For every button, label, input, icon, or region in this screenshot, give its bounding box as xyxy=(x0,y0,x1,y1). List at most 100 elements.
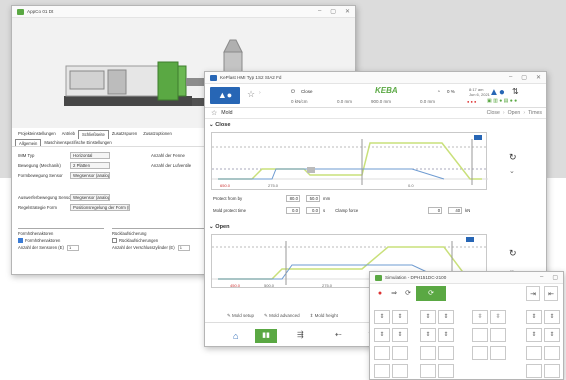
imm-type-select[interactable]: Horizontal xyxy=(70,152,110,159)
sim-toggle[interactable]: ⇕ xyxy=(374,328,390,342)
tab-antrieb[interactable]: Antrieb xyxy=(59,130,78,139)
formhoehe-checkbox[interactable] xyxy=(18,238,23,244)
mold-setup-link[interactable]: ✎ Mold setup xyxy=(227,313,254,319)
sim-toggle[interactable] xyxy=(544,364,560,378)
form-row: Formbewegung Sensor Wegsensor (analog) xyxy=(18,171,208,180)
run-button[interactable]: ⟳ xyxy=(416,286,446,301)
section-close-header[interactable]: ⌄ Close xyxy=(209,122,230,128)
form-row: Regelstrategie Form Positionsregelung de… xyxy=(18,203,208,212)
sim-tool-icon[interactable]: ⇤ xyxy=(544,286,558,301)
chevron-right-icon[interactable]: › xyxy=(259,90,261,96)
sim-toggle[interactable]: ⇕ xyxy=(438,310,454,324)
reload-icon[interactable]: ⟳ xyxy=(402,286,414,301)
sim-toggle[interactable]: ⇕ xyxy=(420,328,436,342)
mold-advanced-label: Mold advanced xyxy=(269,313,300,318)
cylinder-count-stepper[interactable]: 1 xyxy=(177,245,190,252)
sim-toggle[interactable] xyxy=(420,364,436,378)
mold-nav-button[interactable]: ▮▮ xyxy=(255,329,277,343)
power-icon: ⏻ xyxy=(291,89,295,95)
control-strategy-select[interactable]: Positionsregelung der Form (E) xyxy=(70,204,130,211)
sim-toggle[interactable] xyxy=(374,364,390,378)
sim-toggle[interactable] xyxy=(392,346,408,360)
sim-toggle[interactable] xyxy=(374,346,390,360)
tab-zusatzspuren[interactable]: Zusatzspuren xyxy=(109,130,140,139)
ruecklauf-checkbox[interactable] xyxy=(112,238,117,244)
gauge-icon: ◔ xyxy=(437,89,441,95)
mold-protect-input[interactable]: 0.0 xyxy=(286,207,300,214)
close-profile-plot[interactable]: 650.0 275.0 0.0 xyxy=(211,132,488,190)
clamp-force2-input[interactable]: 40 xyxy=(448,207,463,214)
checkbox-label: Rücklaufsicherungen xyxy=(119,238,159,243)
sim-toggle[interactable]: ⇕ xyxy=(392,310,408,324)
sim-toggle[interactable] xyxy=(490,346,506,360)
footer-links: ✎ Mold setup ✎ Mold advanced ⇕ Mold heig… xyxy=(227,313,338,319)
ejector-icon[interactable]: ⇠ xyxy=(335,330,342,339)
sim-toggle[interactable]: ⇕ xyxy=(544,310,560,324)
sim-toggle[interactable] xyxy=(544,346,560,360)
user-icon[interactable]: ▲● xyxy=(489,87,505,98)
sensor-count-stepper[interactable]: 1 xyxy=(67,245,80,252)
status-percent: 0 % xyxy=(447,89,455,94)
mold-protect2-input[interactable]: 0.0 xyxy=(306,207,320,214)
mold-height-link[interactable]: ⇕ Mold height xyxy=(310,313,338,319)
sim-toggle[interactable]: ⇕ xyxy=(392,328,408,342)
sim-toggle[interactable] xyxy=(490,328,506,342)
home-icon[interactable]: ⌂ xyxy=(233,331,238,341)
sim-toggle[interactable] xyxy=(526,364,542,378)
sim-toggle[interactable]: ⇳ xyxy=(490,310,506,324)
close-icon[interactable]: ✕ xyxy=(536,74,541,81)
close-icon[interactable]: ✕ xyxy=(345,8,350,15)
star-icon[interactable]: ☆ xyxy=(247,89,255,100)
subtab-maschinenspezifisch[interactable]: Maschinenspezifische Einstellungen xyxy=(41,139,114,146)
tab-schliessseite[interactable]: Schließseite xyxy=(78,130,109,139)
sim-tool-icon[interactable]: ⇥ xyxy=(526,286,540,301)
maximize-icon[interactable]: ▢ xyxy=(521,74,527,81)
minimize-icon[interactable]: – xyxy=(540,274,543,281)
sim-toggle[interactable] xyxy=(526,346,542,360)
sim-toggle[interactable]: ⇕ xyxy=(374,310,390,324)
close-axis-label: 0.0 xyxy=(408,183,414,188)
nav-link-times[interactable]: Times xyxy=(528,110,542,116)
sim-toggle[interactable] xyxy=(420,346,436,360)
sim-toggle[interactable]: ⇕ xyxy=(526,310,542,324)
minimize-icon[interactable]: – xyxy=(318,8,321,15)
refresh-icon[interactable]: ↻ xyxy=(509,248,517,259)
home-button[interactable]: ▲● xyxy=(210,87,240,104)
ejector-sensor-select[interactable]: Wegsensor (analog) xyxy=(70,194,110,201)
nav-link-close[interactable]: Close xyxy=(487,110,500,116)
maximize-icon[interactable]: ▢ xyxy=(552,274,558,281)
network-icon[interactable]: ⇅ xyxy=(512,87,519,96)
alarm-indicator[interactable]: ● ● ● xyxy=(467,99,476,104)
injection-icon[interactable]: ⇶ xyxy=(297,330,304,339)
sim-toggle[interactable]: ⇕ xyxy=(544,328,560,342)
star-icon[interactable]: ☆ xyxy=(211,109,217,117)
sim-toggle[interactable]: ⇕ xyxy=(526,328,542,342)
clamp-force-input[interactable]: 0 xyxy=(428,207,443,214)
sim-toggle[interactable] xyxy=(472,328,488,342)
sim-toggle[interactable]: ⇳ xyxy=(472,310,488,324)
maximize-icon[interactable]: ▢ xyxy=(330,8,336,15)
sim-toggle[interactable] xyxy=(438,346,454,360)
form-sensor-select[interactable]: Wegsensor (analog) xyxy=(70,172,110,179)
refresh-icon[interactable]: ↻ xyxy=(509,152,517,163)
record-icon[interactable]: ● xyxy=(374,286,386,301)
sim-toggle[interactable]: ⇕ xyxy=(420,310,436,324)
movement-select[interactable]: 2 Platten xyxy=(70,162,110,169)
tab-projekteinstellungen[interactable]: Projekteinstellungen xyxy=(15,130,59,139)
status-pos3: 0.0 mm xyxy=(420,99,436,104)
step-icon[interactable]: ⇒ xyxy=(388,286,400,301)
sim-toggle[interactable] xyxy=(472,346,488,360)
subtab-allgemein[interactable]: Allgemein xyxy=(15,139,42,146)
mold-advanced-link[interactable]: ✎ Mold advanced xyxy=(264,313,300,319)
protect-value2-input[interactable]: 50.0 xyxy=(306,195,320,202)
minimize-icon[interactable]: – xyxy=(509,74,512,81)
nav-link-open[interactable]: Open xyxy=(508,110,521,116)
protect-value-input[interactable]: 80.0 xyxy=(286,195,300,202)
form-row: Anzahl der Lufventile xyxy=(151,161,191,170)
sim-toggle[interactable] xyxy=(392,364,408,378)
sim-toggle[interactable]: ⇕ xyxy=(438,328,454,342)
tab-zusatzoptionen[interactable]: Zusatzoptionen xyxy=(140,130,175,139)
section-open-header[interactable]: ⌄ Open xyxy=(209,224,230,230)
collapse-icon[interactable]: ⌄ xyxy=(509,167,515,175)
sim-toggle[interactable] xyxy=(438,364,454,378)
